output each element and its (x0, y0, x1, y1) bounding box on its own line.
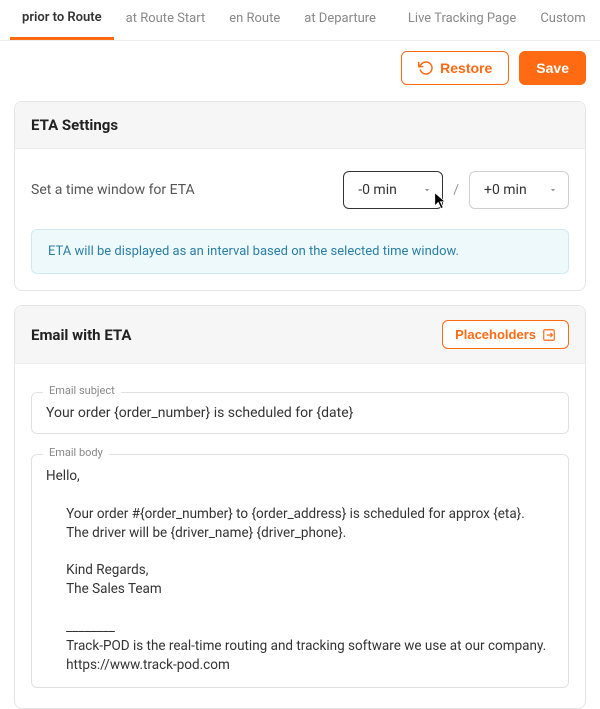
placeholders-label: Placeholders (455, 327, 536, 342)
restore-label: Restore (440, 60, 492, 76)
tab-at-route-start[interactable]: at Route Start (114, 1, 218, 40)
chevron-down-icon (548, 185, 558, 195)
save-button[interactable]: Save (519, 51, 586, 85)
eta-controls: -0 min / +0 min (343, 171, 569, 209)
tab-at-departure[interactable]: at Departure (292, 1, 388, 40)
eta-plus-value: +0 min (484, 182, 527, 198)
chevron-down-icon (422, 185, 432, 195)
eta-window-label: Set a time window for ETA (31, 182, 195, 198)
eta-settings-header: ETA Settings (15, 102, 585, 149)
eta-plus-select[interactable]: +0 min (469, 171, 569, 209)
tab-en-route[interactable]: en Route (217, 1, 292, 40)
restore-button[interactable]: Restore (401, 51, 509, 85)
email-subject-wrap: Email subject (31, 392, 569, 434)
mouse-cursor-icon (434, 192, 448, 210)
restore-icon (418, 60, 434, 76)
email-subject-input[interactable] (31, 392, 569, 434)
eta-settings-title: ETA Settings (31, 116, 118, 134)
email-subject-legend: Email subject (43, 384, 121, 397)
email-body-legend: Email body (43, 446, 109, 459)
email-eta-panel: Email with ETA Placeholders Email subjec… (14, 305, 586, 709)
eta-slash: / (453, 182, 459, 198)
tabs-bar: prior to Route at Route Start en Route a… (0, 0, 600, 41)
tab-custom[interactable]: Custom (528, 1, 597, 40)
eta-minus-value: -0 min (358, 182, 397, 198)
email-body-wrap: Email body Hello, Your order #{order_num… (31, 454, 569, 688)
email-eta-title: Email with ETA (31, 326, 132, 344)
save-label: Save (536, 60, 569, 76)
placeholders-button[interactable]: Placeholders (442, 320, 569, 349)
eta-settings-body: Set a time window for ETA -0 min / +0 mi… (15, 149, 585, 290)
tab-prior-to-route[interactable]: prior to Route (10, 0, 114, 40)
actions-row: Restore Save (0, 41, 600, 95)
email-body-textarea[interactable]: Hello, Your order #{order_number} to {or… (31, 454, 569, 688)
eta-settings-panel: ETA Settings Set a time window for ETA -… (14, 101, 586, 291)
eta-hint: ETA will be displayed as an interval bas… (31, 229, 569, 274)
tab-live-tracking[interactable]: Live Tracking Page (396, 1, 528, 40)
eta-minus-select[interactable]: -0 min (343, 171, 443, 209)
insert-icon (542, 328, 556, 342)
email-eta-body: Email subject Email body Hello, Your ord… (15, 364, 585, 708)
email-eta-header: Email with ETA Placeholders (15, 306, 585, 364)
eta-row: Set a time window for ETA -0 min / +0 mi… (31, 165, 569, 225)
